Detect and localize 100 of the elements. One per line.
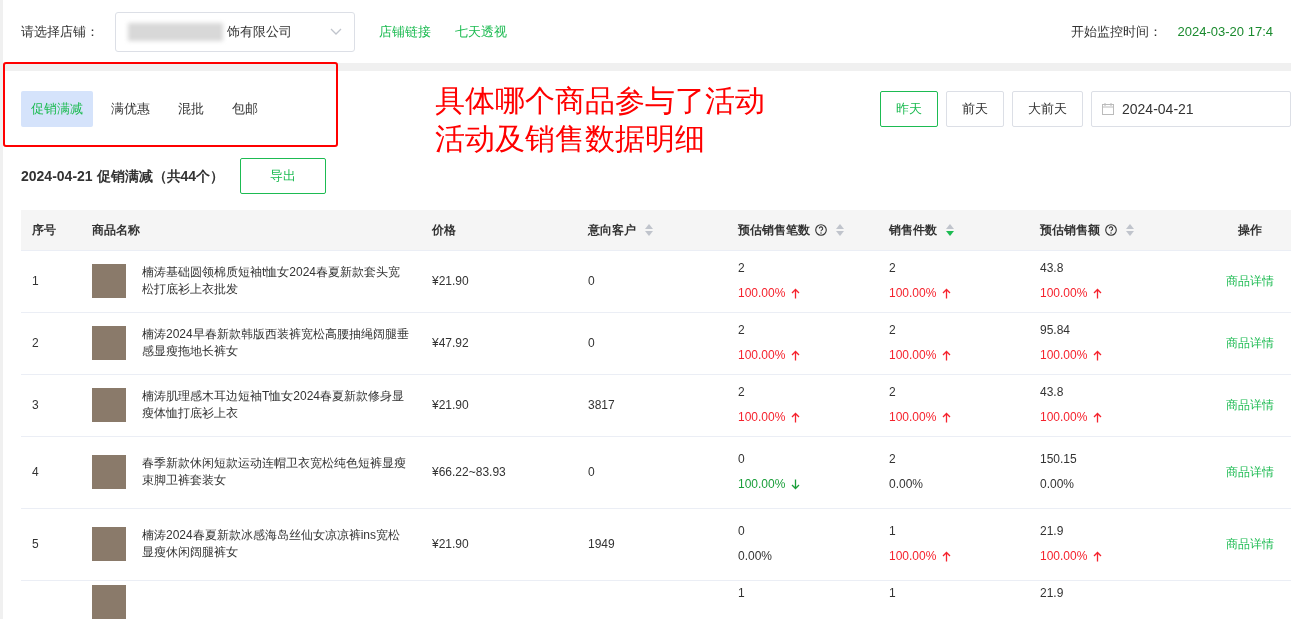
activity-tab[interactable]: 混批: [168, 91, 214, 127]
date-field[interactable]: 2024-04-21: [1091, 91, 1291, 127]
column-header: 预估销售笔数: [738, 221, 810, 239]
change-percent: 0.00%: [738, 548, 773, 565]
column-header: 意向客户: [588, 221, 636, 239]
detail-link[interactable]: 商品详情: [1226, 464, 1274, 479]
calendar-icon: [1102, 103, 1114, 115]
prospect-count: 0: [588, 464, 595, 479]
sort-descending-icon[interactable]: [945, 222, 955, 237]
sort-icon[interactable]: [1125, 222, 1135, 237]
price: ¥21.90: [432, 397, 469, 412]
column-header: 销售件数: [889, 221, 937, 239]
change-percent: 100.00%: [738, 476, 786, 493]
nav-link[interactable]: 七天透视: [455, 21, 507, 42]
prospect-count: 0: [588, 335, 595, 350]
metric-value: 2: [889, 260, 897, 277]
arrow-up-icon: [791, 411, 801, 423]
metric-value: 95.84: [1040, 322, 1072, 339]
metric-value: 21.9: [1040, 584, 1065, 602]
metric-value: 2: [889, 451, 897, 468]
row-number: 3: [32, 397, 39, 412]
metric-value: 1: [889, 584, 897, 602]
metric-value: 0: [738, 451, 746, 468]
metric-value: 2: [889, 322, 897, 339]
photo-placeholder: [92, 584, 126, 619]
arrow-up-icon: [942, 349, 952, 361]
metric-value: 1: [738, 584, 746, 602]
chevron-down-icon: [330, 27, 342, 36]
date-button[interactable]: 昨天: [880, 91, 938, 127]
product-name: 楠涛肌理感木耳边短袖T恤女2024春夏新款修身显瘦体恤打底衫上衣: [142, 388, 406, 422]
row-number: 5: [32, 536, 39, 551]
arrow-up-icon: [942, 550, 952, 562]
store-label: 请选择店铺：: [21, 22, 99, 41]
metric-value: 1: [889, 523, 897, 540]
date-button[interactable]: 大前天: [1012, 91, 1083, 127]
change-percent: 0.00%: [889, 476, 924, 493]
arrow-up-icon: [1093, 550, 1103, 562]
prospect-count: 3817: [588, 397, 615, 412]
price: ¥47.92: [432, 335, 469, 350]
price: ¥21.90: [432, 536, 469, 551]
photo-placeholder: [92, 326, 126, 360]
change-percent: 100.00%: [738, 347, 786, 364]
sort-icon[interactable]: [835, 222, 845, 237]
change-percent: 100.00%: [889, 409, 937, 426]
detail-link[interactable]: 商品详情: [1226, 397, 1274, 412]
export-button[interactable]: 导出: [240, 158, 327, 194]
sort-icon[interactable]: [644, 222, 654, 237]
photo-placeholder: [92, 264, 126, 298]
detail-link[interactable]: 商品详情: [1226, 273, 1274, 288]
product-name: 楠涛2024早春新款韩版西装裤宽松高腰抽绳阔腿垂感显瘦拖地长裤女: [142, 326, 410, 360]
row-number: 2: [32, 335, 39, 350]
monitor-label: 开始监控时间：: [1070, 22, 1162, 41]
change-percent: 100.00%: [1040, 285, 1088, 302]
change-percent: 100.00%: [889, 347, 937, 364]
row-number: 1: [32, 273, 39, 288]
change-percent: 100.00%: [738, 285, 786, 302]
nav-link[interactable]: 店铺链接: [379, 21, 431, 42]
column-header: 价格: [432, 221, 456, 239]
arrow-up-icon: [1093, 411, 1103, 423]
photo-placeholder: [92, 388, 126, 422]
metric-value: 150.15: [1040, 451, 1078, 468]
prospect-count: 0: [588, 273, 595, 288]
summary-title: 2024-04-21 促销满减（共44个）: [21, 166, 225, 186]
product-name: 楠涛2024春夏新款冰感海岛丝仙女凉凉裤ins宽松显瘦休闲阔腿裤女: [142, 527, 402, 561]
product-name: 楠涛基础圆领棉质短袖t恤女2024春夏新款套头宽松打底衫上衣批发: [142, 264, 402, 298]
activity-tab[interactable]: 满优惠: [101, 91, 160, 127]
price: ¥66.22~83.93: [432, 464, 506, 479]
product-name: 春季新款休闲短款运动连帽卫衣宽松纯色短裤显瘦束脚卫裤套装女: [142, 455, 407, 489]
arrow-up-icon: [942, 411, 952, 423]
metric-value: 43.8: [1040, 384, 1065, 401]
metric-value: 21.9: [1040, 523, 1065, 540]
arrow-up-icon: [942, 287, 952, 299]
activity-tab[interactable]: 包邮: [222, 91, 268, 127]
date-button[interactable]: 前天: [946, 91, 1004, 127]
arrow-up-icon: [1093, 287, 1103, 299]
store-select[interactable]: 饰有限公司: [115, 11, 355, 52]
change-percent: 0.00%: [1040, 476, 1075, 493]
arrow-up-icon: [791, 287, 801, 299]
detail-link[interactable]: 商品详情: [1226, 536, 1274, 551]
arrow-down-icon: [791, 478, 801, 490]
prospect-count: 1949: [588, 536, 615, 551]
store-name: 饰有限公司: [227, 22, 292, 41]
help-icon[interactable]: [815, 223, 827, 236]
metric-value: 0: [738, 523, 746, 540]
photo-placeholder: [92, 455, 126, 489]
column-header: 预估销售额: [1040, 221, 1100, 239]
arrow-up-icon: [791, 349, 801, 361]
help-icon[interactable]: [1105, 223, 1117, 236]
activity-tab[interactable]: 促销满减: [21, 91, 93, 127]
monitor-time: 2024-03-20 17:4: [1177, 22, 1273, 41]
change-percent: 100.00%: [1040, 347, 1088, 364]
detail-link[interactable]: 商品详情: [1226, 335, 1274, 350]
metric-value: 2: [889, 384, 897, 401]
column-header: 序号: [32, 221, 56, 239]
metric-value: 2: [738, 260, 746, 277]
metric-value: 2: [738, 322, 746, 339]
change-percent: 100.00%: [889, 548, 937, 565]
change-percent: 100.00%: [889, 285, 937, 302]
change-percent: 100.00%: [1040, 409, 1088, 426]
metric-value: 43.8: [1040, 260, 1065, 277]
